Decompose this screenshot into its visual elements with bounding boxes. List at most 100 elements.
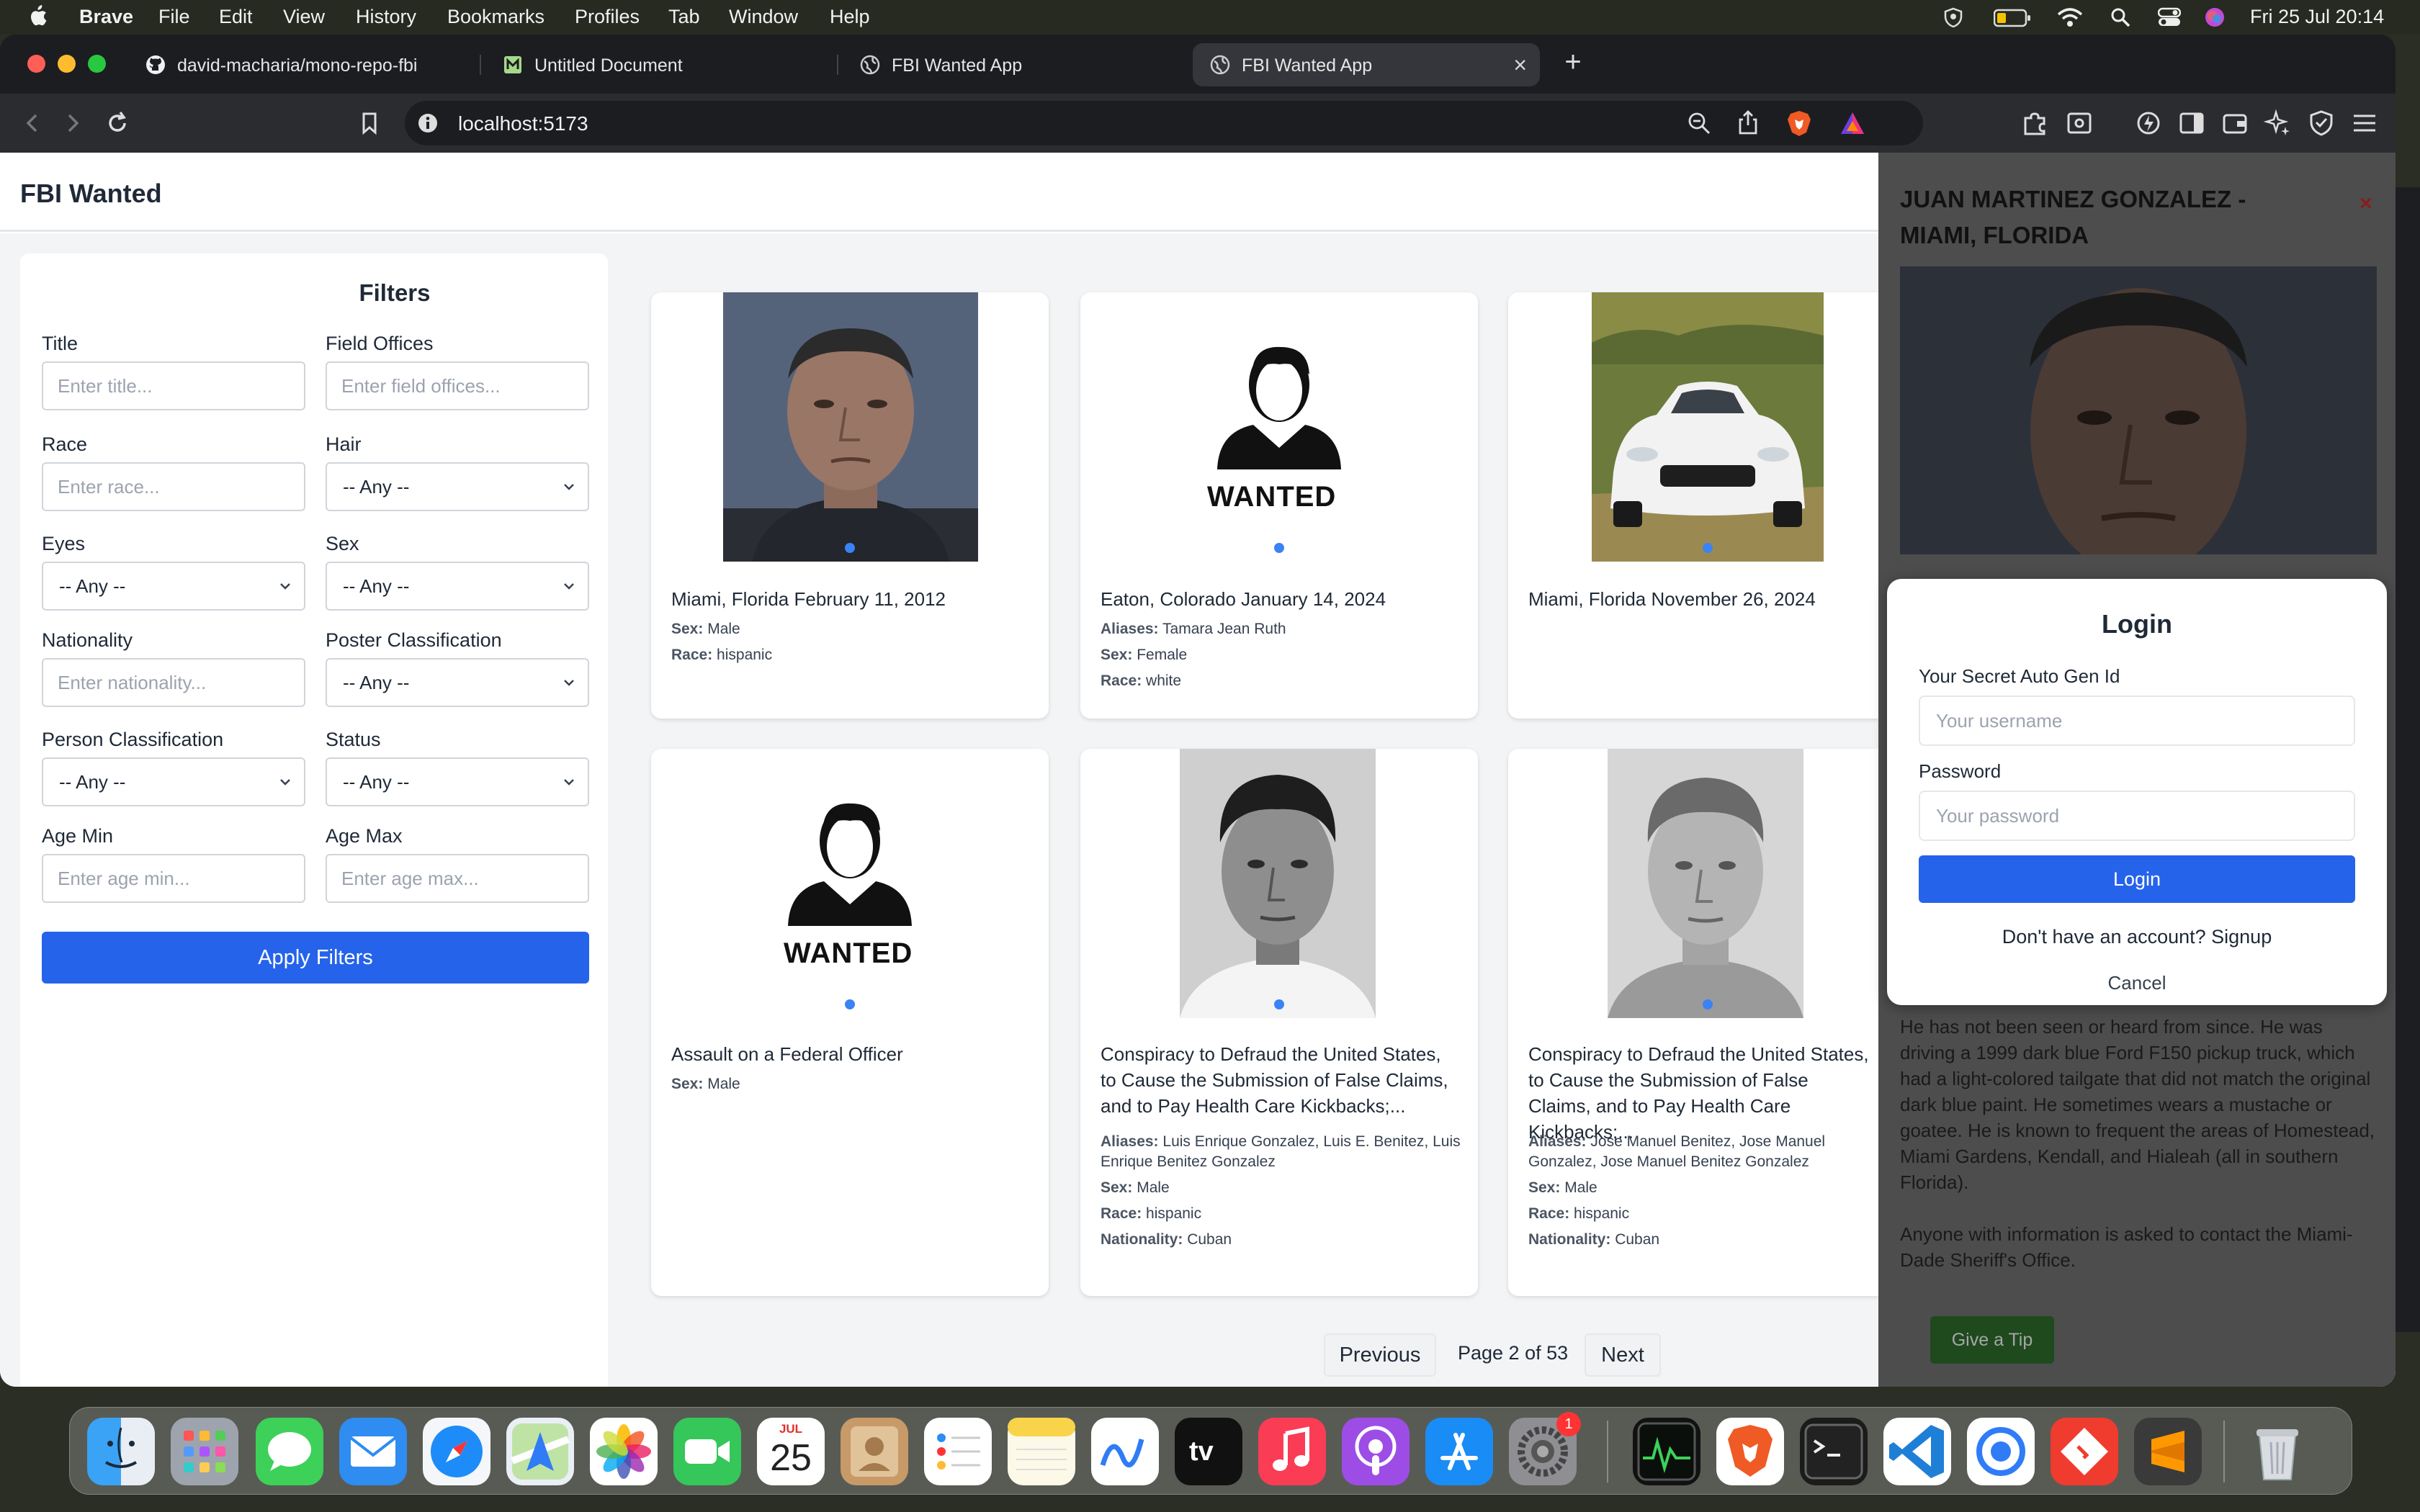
apple-menu-icon[interactable] (27, 4, 48, 27)
facetime-icon[interactable] (673, 1418, 741, 1485)
contacts-icon[interactable] (841, 1418, 908, 1485)
spotlight-search-icon[interactable] (2110, 7, 2130, 27)
apple-tv-icon[interactable]: tv (1175, 1418, 1242, 1485)
menubar-clock[interactable]: Fri 25 Jul 20:14 (2250, 6, 2384, 28)
terminal-icon[interactable] (1800, 1418, 1868, 1485)
reader-mode-icon[interactable] (2064, 108, 2094, 138)
race-input[interactable]: Enter race... (42, 462, 305, 511)
leo-ai-icon[interactable] (2133, 108, 2164, 138)
wanted-card[interactable]: WANTED Assault on a Federal Officer Sex:… (651, 749, 1049, 1296)
back-icon[interactable] (17, 108, 48, 138)
photos-icon[interactable] (590, 1418, 658, 1485)
battery-icon[interactable] (1994, 9, 2031, 27)
menu-profiles[interactable]: Profiles (575, 6, 640, 28)
calendar-icon[interactable]: JUL 25 (757, 1418, 825, 1485)
tab-close-icon[interactable]: × (1513, 52, 1527, 78)
sublime-text-icon[interactable] (2134, 1418, 2202, 1485)
reminders-icon[interactable] (924, 1418, 992, 1485)
carousel-dot[interactable] (1274, 999, 1284, 1009)
menu-edit[interactable]: Edit (219, 6, 253, 28)
menu-tab[interactable]: Tab (668, 6, 700, 28)
launchpad-icon[interactable] (171, 1418, 238, 1485)
zoom-out-icon[interactable] (1687, 111, 1711, 135)
carousel-dot[interactable] (1703, 543, 1713, 553)
music-icon[interactable] (1258, 1418, 1326, 1485)
give-a-tip-button[interactable]: Give a Tip (1930, 1316, 2054, 1364)
sex-select[interactable]: -- Any -- (326, 562, 589, 611)
finder-icon[interactable] (87, 1418, 155, 1485)
previous-page-button[interactable]: Previous (1324, 1333, 1436, 1377)
wallet-icon[interactable] (2220, 108, 2250, 138)
vpn-icon[interactable] (2306, 108, 2336, 138)
person-classification-select[interactable]: -- Any -- (42, 757, 305, 806)
password-input[interactable]: Your password (1919, 791, 2355, 841)
reload-icon[interactable] (102, 108, 133, 138)
login-submit-button[interactable]: Login (1919, 855, 2355, 903)
wanted-card[interactable]: Conspiracy to Defraud the United States,… (1508, 749, 1878, 1296)
next-page-button[interactable]: Next (1585, 1333, 1661, 1377)
wanted-card[interactable]: Miami, Florida February 11, 2012 Sex: Ma… (651, 292, 1049, 719)
tab-github[interactable]: david-macharia/mono-repo-fbi (128, 43, 474, 86)
tab-fbi-wanted-active[interactable]: FBI Wanted App × (1193, 43, 1540, 86)
activity-monitor-icon[interactable] (1633, 1418, 1700, 1485)
menu-history[interactable]: History (356, 6, 416, 28)
apply-filters-button[interactable]: Apply Filters (42, 932, 589, 984)
wanted-card[interactable]: Conspiracy to Defraud the United States,… (1080, 749, 1478, 1296)
podcasts-icon[interactable] (1342, 1418, 1410, 1485)
sidebar-icon[interactable] (2177, 108, 2207, 138)
window-minimize-button[interactable] (58, 55, 76, 73)
notes-icon[interactable] (1008, 1418, 1075, 1485)
freeform-icon[interactable] (1091, 1418, 1159, 1485)
tab-fbi-wanted-1[interactable]: FBI Wanted App (843, 43, 1188, 86)
forward-icon[interactable] (58, 108, 88, 138)
eyes-select[interactable]: -- Any -- (42, 562, 305, 611)
carousel-dot[interactable] (845, 999, 855, 1009)
carousel-dot[interactable] (1703, 999, 1713, 1009)
menu-help[interactable]: Help (830, 6, 870, 28)
wanted-card[interactable]: Miami, Florida November 26, 2024 (1508, 292, 1878, 719)
share-icon[interactable] (1736, 109, 1760, 135)
wanted-card[interactable]: WANTED Eaton, Colorado January 14, 2024 … (1080, 292, 1478, 719)
window-zoom-button[interactable] (88, 55, 106, 73)
control-center-icon[interactable] (2158, 7, 2181, 27)
hair-select[interactable]: -- Any -- (326, 462, 589, 511)
nationality-input[interactable]: Enter nationality... (42, 658, 305, 707)
field-offices-input[interactable]: Enter field offices... (326, 361, 589, 410)
title-input[interactable]: Enter title... (42, 361, 305, 410)
wifi-icon[interactable] (2057, 7, 2083, 27)
username-input[interactable]: Your username (1919, 696, 2355, 746)
age-max-input[interactable]: Enter age max... (326, 854, 589, 903)
brave-shields-icon[interactable] (1786, 109, 1812, 137)
brave-rewards-icon[interactable] (1839, 111, 1865, 135)
extensions-icon[interactable] (2020, 108, 2050, 138)
messages-icon[interactable] (256, 1418, 323, 1485)
menu-window[interactable]: Window (729, 6, 798, 28)
menu-bookmarks[interactable]: Bookmarks (447, 6, 544, 28)
carousel-dot[interactable] (845, 543, 855, 553)
detail-close-icon[interactable]: × (2360, 192, 2372, 216)
trash-icon[interactable] (2244, 1418, 2311, 1485)
age-min-input[interactable]: Enter age min... (42, 854, 305, 903)
signup-link[interactable]: Don't have an account? Signup (1887, 926, 2387, 948)
app-store-icon[interactable] (1425, 1418, 1493, 1485)
menu-file[interactable]: File (158, 6, 190, 28)
mail-icon[interactable] (339, 1418, 407, 1485)
system-settings-icon[interactable]: 1 (1509, 1412, 1581, 1485)
menu-app-name[interactable]: Brave (79, 6, 133, 28)
siri-icon[interactable] (2204, 6, 2226, 28)
address-bar[interactable]: localhost:5173 (405, 101, 1923, 145)
git-client-icon[interactable] (2051, 1418, 2118, 1485)
status-select[interactable]: -- Any -- (326, 757, 589, 806)
brave-browser-icon[interactable] (1716, 1418, 1784, 1485)
bookmark-icon[interactable] (354, 108, 385, 138)
carousel-dot[interactable] (1274, 543, 1284, 553)
vpn-shield-icon[interactable] (1943, 7, 1963, 27)
tab-untitled-document[interactable]: Untitled Document (485, 43, 831, 86)
leo-stars-icon[interactable] (2263, 108, 2293, 138)
poster-classification-select[interactable]: -- Any -- (326, 658, 589, 707)
menu-view[interactable]: View (283, 6, 325, 28)
cancel-button[interactable]: Cancel (1887, 972, 2387, 994)
vscode-icon[interactable] (1883, 1418, 1951, 1485)
hamburger-menu-icon[interactable] (2349, 108, 2380, 138)
safari-icon[interactable] (423, 1418, 490, 1485)
